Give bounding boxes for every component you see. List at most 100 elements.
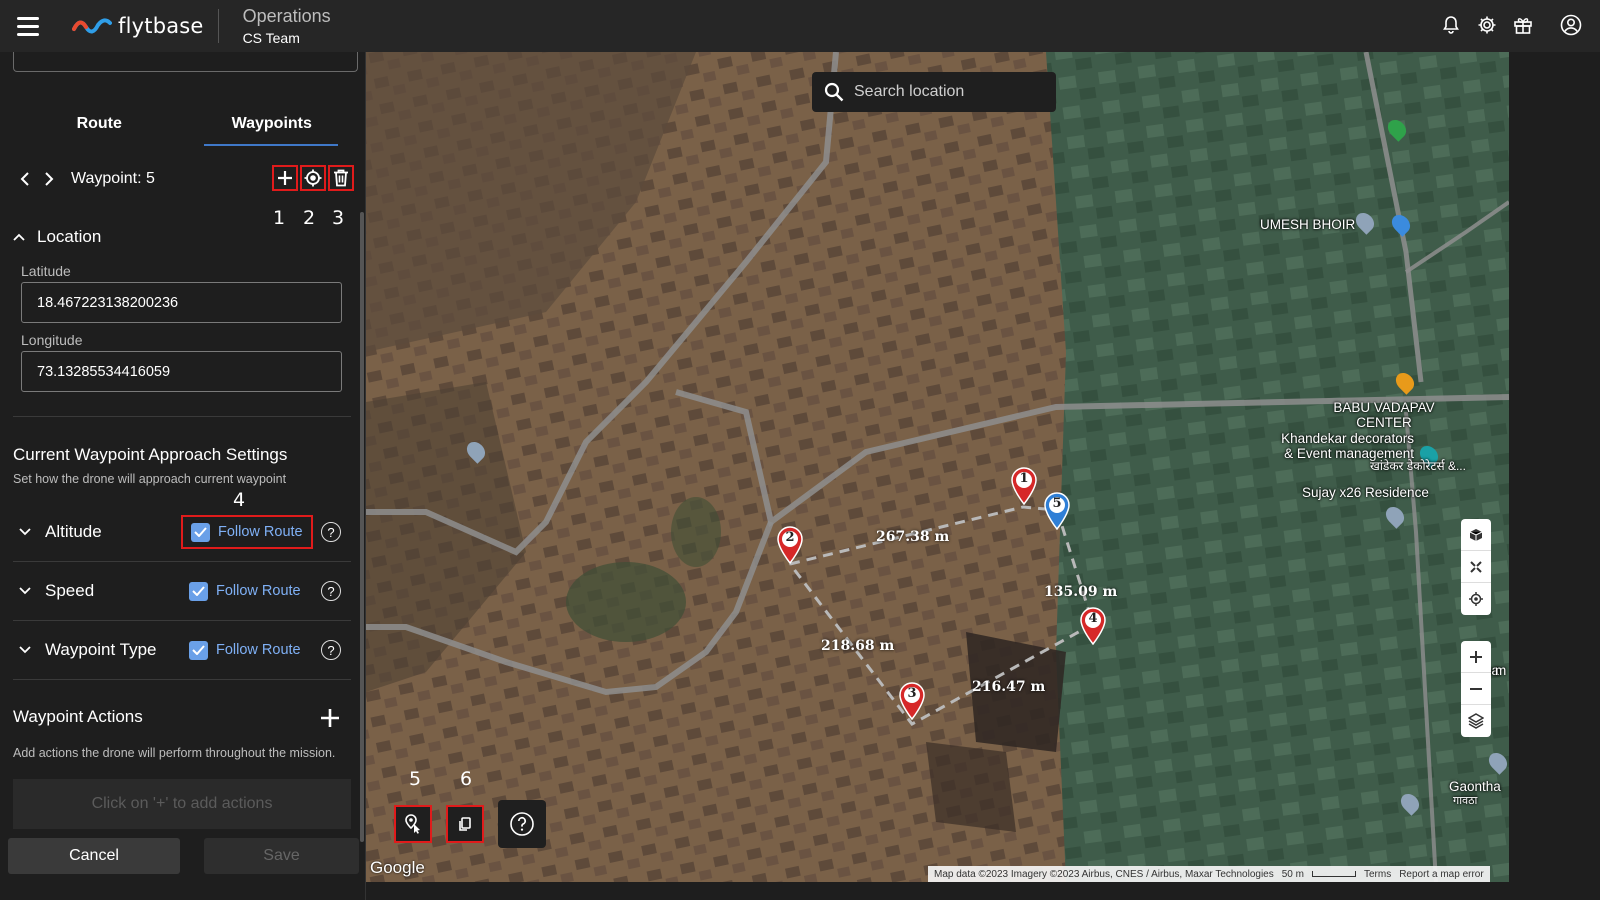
next-waypoint-button[interactable] bbox=[37, 167, 61, 191]
plus-icon bbox=[1470, 650, 1482, 663]
attribution-text: Map data ©2023 Imagery ©2023 Airbus, CNE… bbox=[934, 868, 1274, 880]
map-attribution-bar: Map data ©2023 Imagery ©2023 Airbus, CNE… bbox=[928, 866, 1490, 882]
help-icon[interactable]: ? bbox=[321, 522, 341, 542]
locate-waypoint-button[interactable] bbox=[300, 165, 326, 191]
poi-label[interactable]: Khandekar decorators & Event management bbox=[1274, 431, 1414, 462]
waypoint-marker-1[interactable]: 1 bbox=[1011, 467, 1037, 510]
poi-label[interactable]: m bbox=[1495, 663, 1506, 679]
location-section-toggle[interactable]: Location bbox=[13, 227, 101, 247]
waypoint-type-follow-route-checkbox[interactable]: Follow Route bbox=[181, 633, 309, 667]
menu-icon[interactable] bbox=[0, 0, 56, 52]
add-waypoint-button[interactable] bbox=[272, 165, 298, 191]
poi-label[interactable]: BABU VADAPAV CENTER bbox=[1324, 400, 1444, 431]
help-icon[interactable]: ? bbox=[321, 640, 341, 660]
terms-link[interactable]: Terms bbox=[1364, 869, 1391, 880]
chevron-up-icon bbox=[13, 233, 25, 241]
chevron-down-icon[interactable] bbox=[19, 528, 31, 536]
page-heading: Operations CS Team bbox=[243, 6, 331, 46]
tab-route[interactable]: Route bbox=[13, 102, 186, 146]
flytbase-logo-icon bbox=[72, 18, 112, 34]
follow-route-label: Follow Route bbox=[216, 583, 301, 599]
report-error-link[interactable]: Report a map error bbox=[1399, 869, 1483, 880]
bell-icon[interactable] bbox=[1440, 14, 1462, 36]
latitude-input[interactable]: 18.467223138200236 bbox=[21, 282, 342, 323]
poi-label[interactable]: Gaontha bbox=[1449, 779, 1501, 795]
waypoint-marker-3[interactable]: 3 bbox=[899, 682, 925, 725]
annotation-number-1: 1 bbox=[273, 207, 286, 229]
map-zoom-controls bbox=[1461, 641, 1491, 737]
waypoint-number: 1 bbox=[1019, 471, 1029, 486]
cube-icon bbox=[1469, 528, 1483, 541]
chevron-right-icon bbox=[45, 172, 54, 186]
zoom-in-button[interactable] bbox=[1461, 641, 1491, 673]
user-circle-icon[interactable] bbox=[1560, 14, 1582, 36]
latitude-label: Latitude bbox=[21, 263, 71, 279]
search-placeholder: Search location bbox=[854, 83, 965, 100]
poi-label[interactable]: गावठा bbox=[1453, 795, 1477, 807]
waypoint-number: 3 bbox=[907, 686, 917, 701]
cancel-button[interactable]: Cancel bbox=[8, 838, 180, 874]
map-help-button[interactable] bbox=[498, 800, 546, 848]
add-action-button[interactable] bbox=[320, 708, 340, 728]
delete-waypoint-button[interactable] bbox=[328, 165, 354, 191]
panel-scrollbar[interactable] bbox=[360, 212, 364, 842]
search-icon bbox=[824, 82, 844, 102]
help-icon[interactable]: ? bbox=[321, 581, 341, 601]
map-imagery bbox=[366, 52, 1509, 882]
previous-waypoint-button[interactable] bbox=[13, 167, 37, 191]
brand-logo: flytbase bbox=[72, 14, 204, 38]
approach-settings-title: Current Waypoint Approach Settings bbox=[13, 445, 288, 464]
chevron-down-icon[interactable] bbox=[19, 646, 31, 654]
poi-label[interactable]: UMESH BHOIR bbox=[1260, 217, 1355, 233]
collapse-icon bbox=[1470, 560, 1482, 573]
my-location-button[interactable] bbox=[1461, 583, 1491, 615]
follow-route-label: Follow Route bbox=[218, 524, 303, 540]
altitude-setting: Altitude Follow Route ? bbox=[13, 509, 351, 555]
altitude-follow-route-checkbox[interactable]: Follow Route bbox=[181, 515, 313, 549]
location-title: Location bbox=[37, 227, 102, 246]
waypoint-marker-5-selected[interactable]: 5 bbox=[1044, 492, 1070, 535]
speed-setting: Speed Follow Route ? bbox=[13, 568, 351, 614]
checkbox-checked-icon bbox=[191, 522, 210, 542]
top-bar: flytbase Operations CS Team bbox=[0, 0, 1600, 52]
distance-label: 135.09 m bbox=[1044, 584, 1118, 600]
poi-label[interactable]: Sujay x26 Residence bbox=[1302, 485, 1429, 501]
save-button[interactable]: Save bbox=[204, 838, 359, 874]
approach-settings-subtitle: Set how the drone will approach current … bbox=[13, 472, 287, 486]
copy-waypoint-button[interactable] bbox=[446, 805, 484, 843]
editor-tabs: Route Waypoints bbox=[13, 102, 358, 146]
tab-waypoints[interactable]: Waypoints bbox=[186, 102, 359, 146]
divider bbox=[217, 9, 219, 43]
pin-cursor-icon bbox=[405, 814, 420, 834]
waypoint-marker-4[interactable]: 4 bbox=[1080, 607, 1106, 650]
map-tools bbox=[394, 800, 546, 848]
scale-label: 50 m bbox=[1281, 868, 1304, 880]
longitude-input[interactable]: 73.13285534416059 bbox=[21, 351, 342, 392]
satellite-map[interactable]: 1 2 3 4 5 267.38 m 135.09 m 218.68 m 216… bbox=[366, 52, 1509, 882]
gift-icon[interactable] bbox=[1512, 14, 1534, 36]
divider bbox=[13, 561, 351, 562]
waypoint-number: 4 bbox=[1088, 611, 1098, 626]
gear-icon[interactable] bbox=[1476, 14, 1498, 36]
poi-label[interactable]: खांडेकर डेकोरेटर्स &... bbox=[1370, 459, 1466, 473]
section-title: Operations bbox=[242, 6, 331, 27]
map-layers-button[interactable] bbox=[1461, 705, 1491, 737]
bottom-gutter bbox=[366, 882, 1600, 900]
plus-icon bbox=[278, 171, 292, 185]
pick-location-button[interactable] bbox=[394, 805, 432, 843]
waypoint-label: Waypoint: 5 bbox=[71, 170, 155, 187]
fit-route-button[interactable] bbox=[1461, 551, 1491, 583]
chevron-down-icon[interactable] bbox=[19, 587, 31, 595]
zoom-out-button[interactable] bbox=[1461, 673, 1491, 705]
waypoint-number: 5 bbox=[1052, 496, 1062, 511]
distance-label: 216.47 m bbox=[972, 679, 1046, 695]
waypoint-type-label: Waypoint Type bbox=[45, 640, 157, 659]
3d-view-button[interactable] bbox=[1461, 519, 1491, 551]
mission-name-field[interactable] bbox=[13, 52, 358, 72]
right-gutter bbox=[1509, 52, 1600, 900]
waypoint-marker-2[interactable]: 2 bbox=[777, 526, 803, 569]
map-search-input[interactable]: Search location bbox=[812, 72, 1056, 112]
speed-follow-route-checkbox[interactable]: Follow Route bbox=[181, 574, 309, 608]
annotation-number-3: 3 bbox=[332, 207, 345, 229]
divider bbox=[13, 620, 351, 621]
